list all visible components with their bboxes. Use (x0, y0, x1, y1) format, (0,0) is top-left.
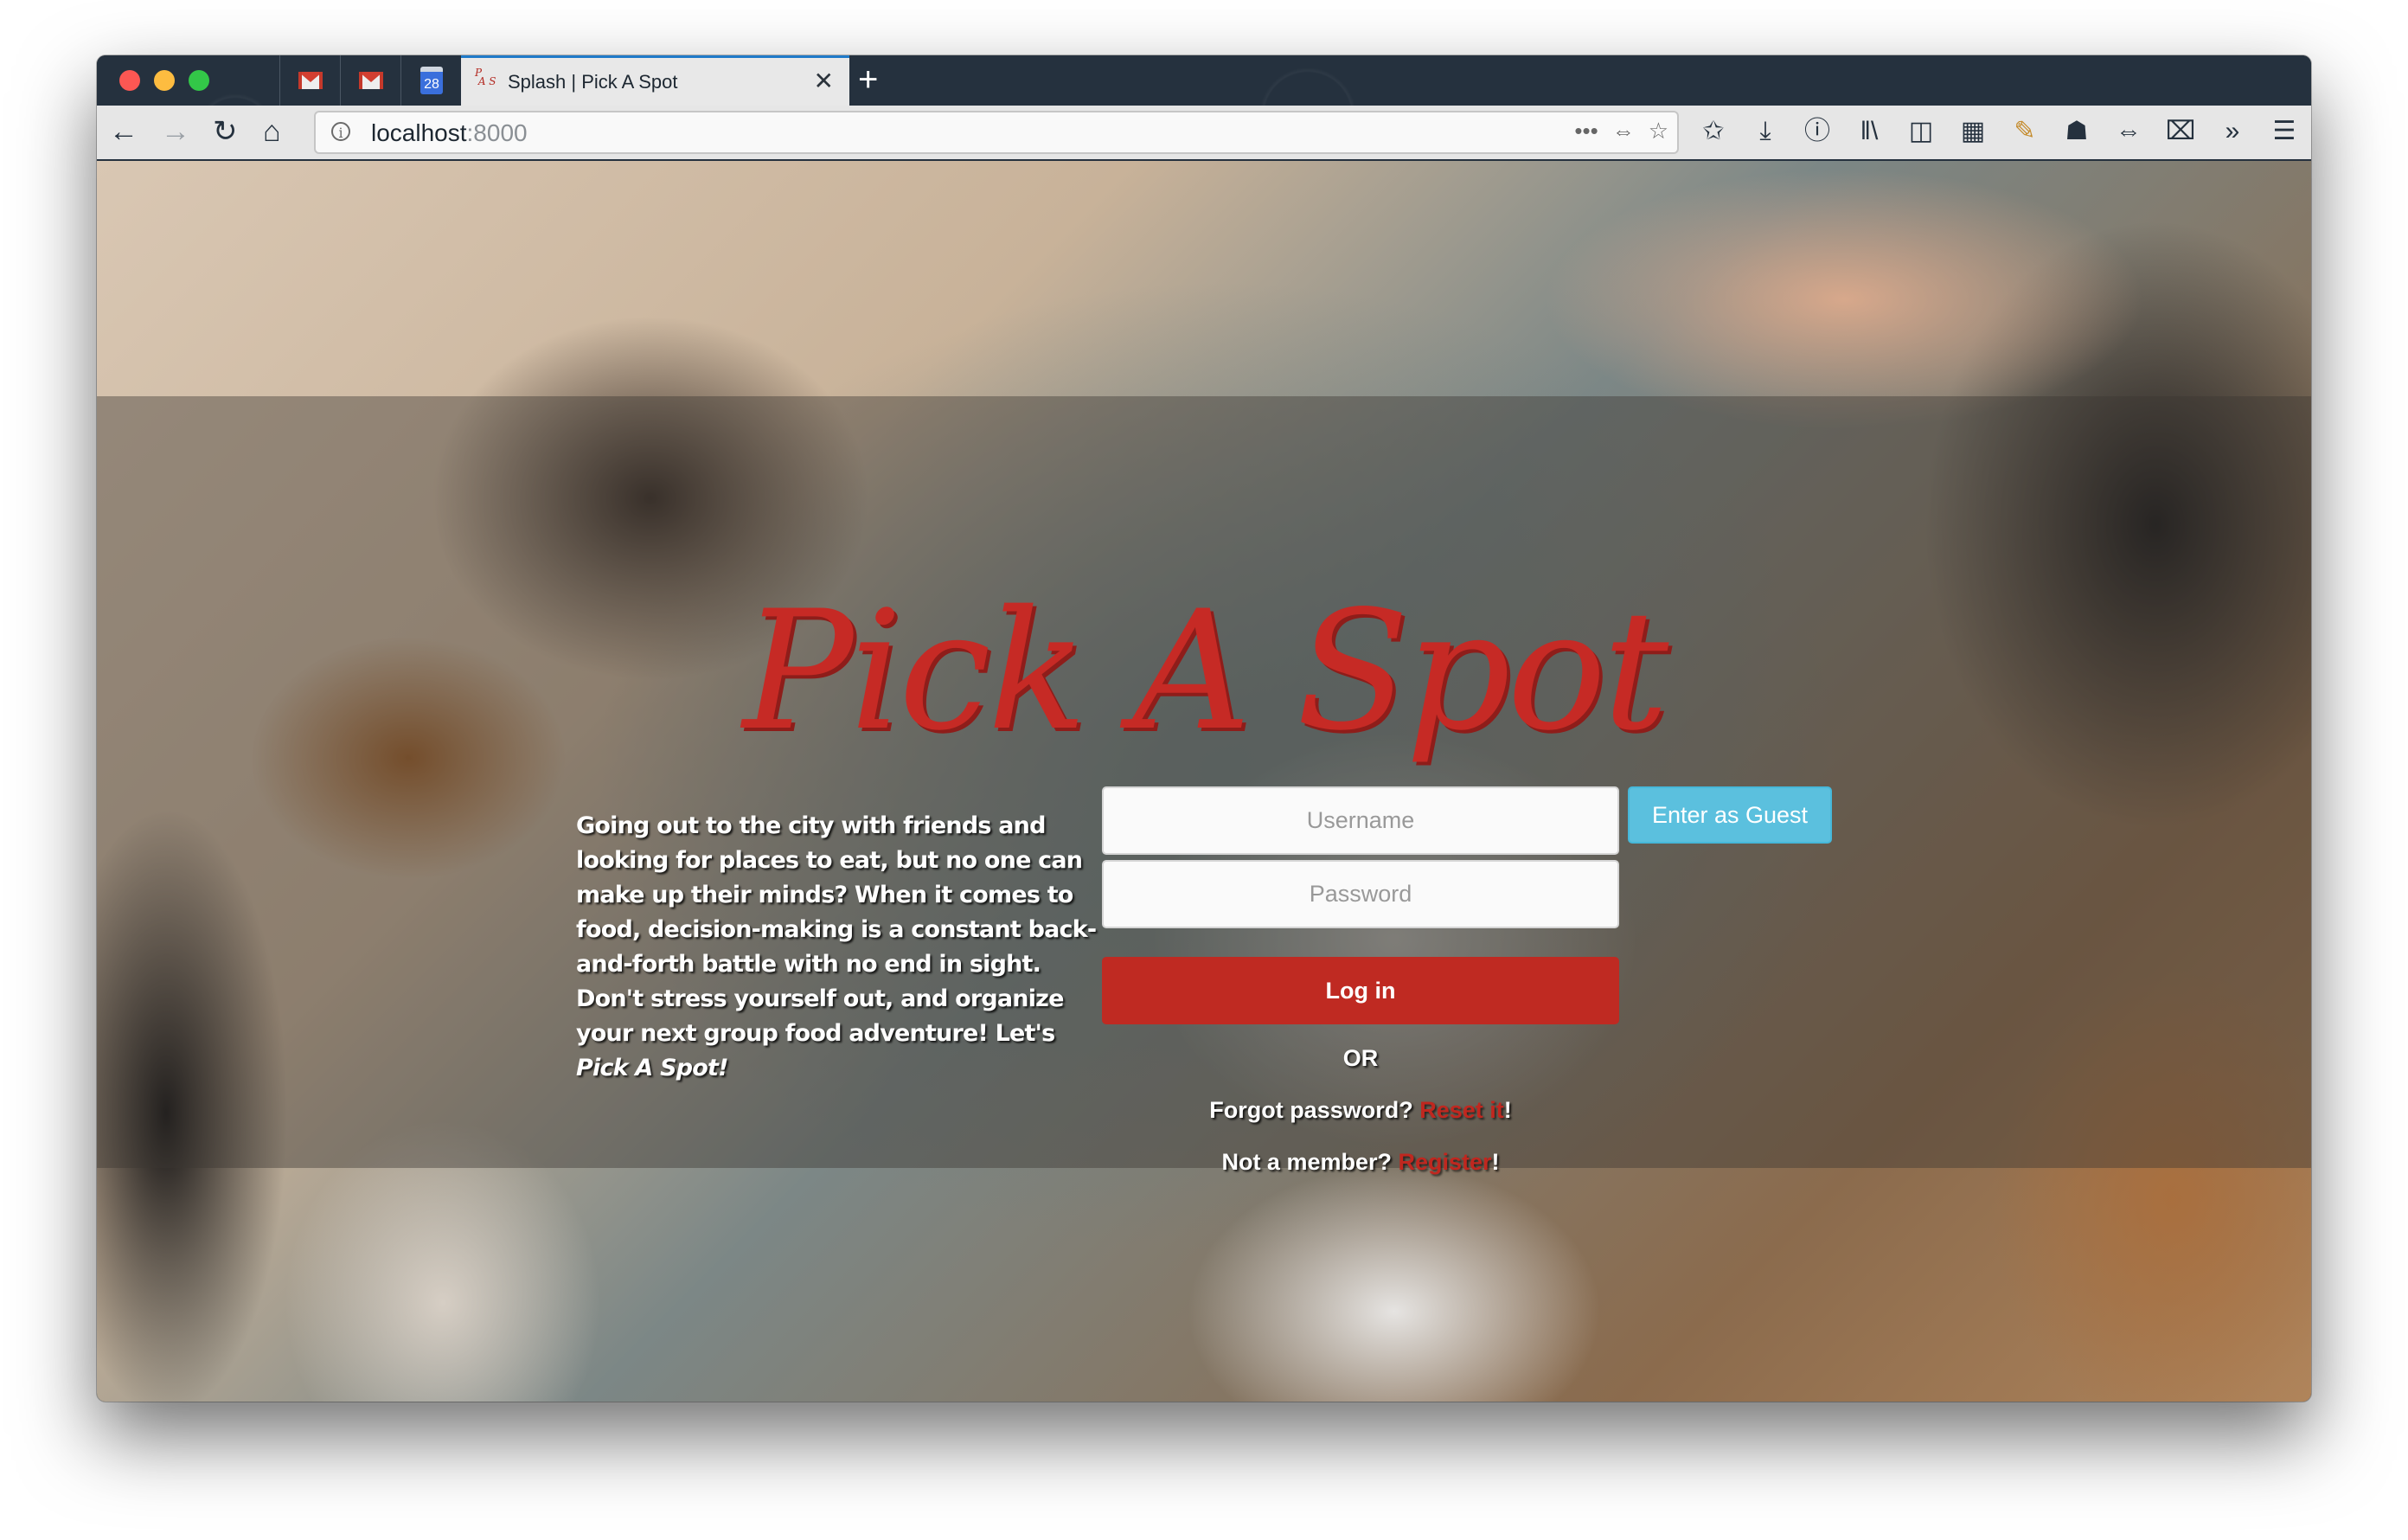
register-line: Not a member? Register! (1102, 1149, 1619, 1176)
intro-emphasis: Pick A Spot! (576, 1055, 728, 1081)
tab-title: Splash | Pick A Spot (508, 71, 678, 93)
pinned-tab-calendar[interactable]: 28 (400, 55, 462, 106)
page-content: Pick A Spot Going out to the city with f… (97, 161, 2311, 1402)
screenshot-icon[interactable]: ⌧ (2164, 114, 2197, 149)
url-host: localhost (371, 119, 467, 146)
tab-splash[interactable]: P A S Splash | Pick A Spot ✕ (461, 55, 849, 106)
url-text[interactable]: localhost:8000 (371, 119, 528, 147)
gmail-icon (298, 72, 323, 89)
bookmarks-star-icon[interactable]: ✩ (1697, 114, 1730, 149)
page-actions-icon[interactable]: ••• (1574, 118, 1598, 144)
reload-icon[interactable]: ↻ (213, 116, 238, 147)
enter-as-guest-button[interactable]: Enter as Guest (1628, 786, 1832, 844)
minimize-window-button[interactable] (154, 70, 175, 91)
back-arrow-icon[interactable]: ← (109, 116, 138, 147)
password-manager-icon[interactable]: ⓘ (1801, 114, 1834, 149)
bookmark-star-icon[interactable]: ☆ (1649, 118, 1668, 144)
library-icon[interactable]: ‖\ (1853, 114, 1886, 149)
intro-paragraph: Going out to the city with friends and l… (576, 809, 1104, 1086)
close-tab-icon[interactable]: ✕ (814, 67, 834, 95)
forgot-password-line: Forgot password? Reset it! (1102, 1097, 1619, 1124)
reset-password-link[interactable]: Reset it (1419, 1097, 1504, 1123)
extensions-grid-icon[interactable]: ▦ (1956, 114, 1989, 149)
new-tab-button[interactable]: + (858, 61, 878, 99)
home-icon[interactable]: ⌂ (263, 116, 281, 147)
password-input[interactable] (1102, 860, 1619, 928)
url-port: :8000 (466, 119, 528, 146)
tab-bar: 28 P A S Splash | Pick A Spot ✕ + (97, 55, 2311, 106)
pinned-tab-gmail-1[interactable] (279, 55, 341, 106)
intro-text: Going out to the city with friends and l… (576, 812, 1097, 1047)
zoom-window-button[interactable] (189, 70, 209, 91)
pinned-tab-gmail-2[interactable] (340, 55, 401, 106)
nav-toolbar: ← → ↻ ⌂ i localhost:8000 ••• ⇔ ☆ ✩ ⤓ ⓘ ‖… (97, 106, 2311, 161)
username-input[interactable] (1102, 786, 1619, 855)
inspect-pencil-icon[interactable]: ✎ (2008, 114, 2041, 149)
register-suffix: ! (1491, 1149, 1500, 1175)
url-actions: ••• ⇔ ☆ (1574, 118, 1668, 144)
close-window-button[interactable] (119, 70, 140, 91)
sidebar-icon[interactable]: ◫ (1905, 114, 1937, 149)
forgot-suffix: ! (1503, 1097, 1512, 1123)
register-link[interactable]: Register (1399, 1149, 1492, 1175)
or-divider: OR (1342, 1045, 1379, 1071)
toolbar-icons: ✩ ⤓ ⓘ ‖\ ◫ ▦ ✎ ☗ ⇔ ⌧ » ☰ (1697, 114, 2301, 149)
site-info-icon[interactable]: i (331, 122, 350, 141)
responsive-icon[interactable]: ⇔ (2112, 114, 2145, 149)
forgot-password-label: Forgot password? (1209, 1097, 1420, 1123)
gmail-icon (359, 72, 383, 89)
login-button[interactable]: Log in (1102, 957, 1619, 1024)
overflow-chevron-icon[interactable]: » (2216, 114, 2249, 149)
not-member-label: Not a member? (1221, 1149, 1399, 1175)
reader-view-icon[interactable]: ⇔ (1612, 118, 1635, 144)
browser-window: 28 P A S Splash | Pick A Spot ✕ + ← → ↻ … (97, 55, 2311, 1402)
url-bar[interactable]: i localhost:8000 ••• ⇔ ☆ (314, 111, 1679, 154)
pick-a-spot-favicon-icon: P A S (475, 67, 496, 87)
calendar-icon: 28 (420, 67, 443, 94)
hamburger-menu-icon[interactable]: ☰ (2268, 114, 2301, 149)
download-icon[interactable]: ⤓ (1749, 114, 1782, 149)
site-logo: Pick A Spot (742, 575, 1669, 767)
incognito-icon[interactable]: ☗ (2060, 114, 2093, 149)
forward-arrow-icon[interactable]: → (161, 116, 190, 147)
